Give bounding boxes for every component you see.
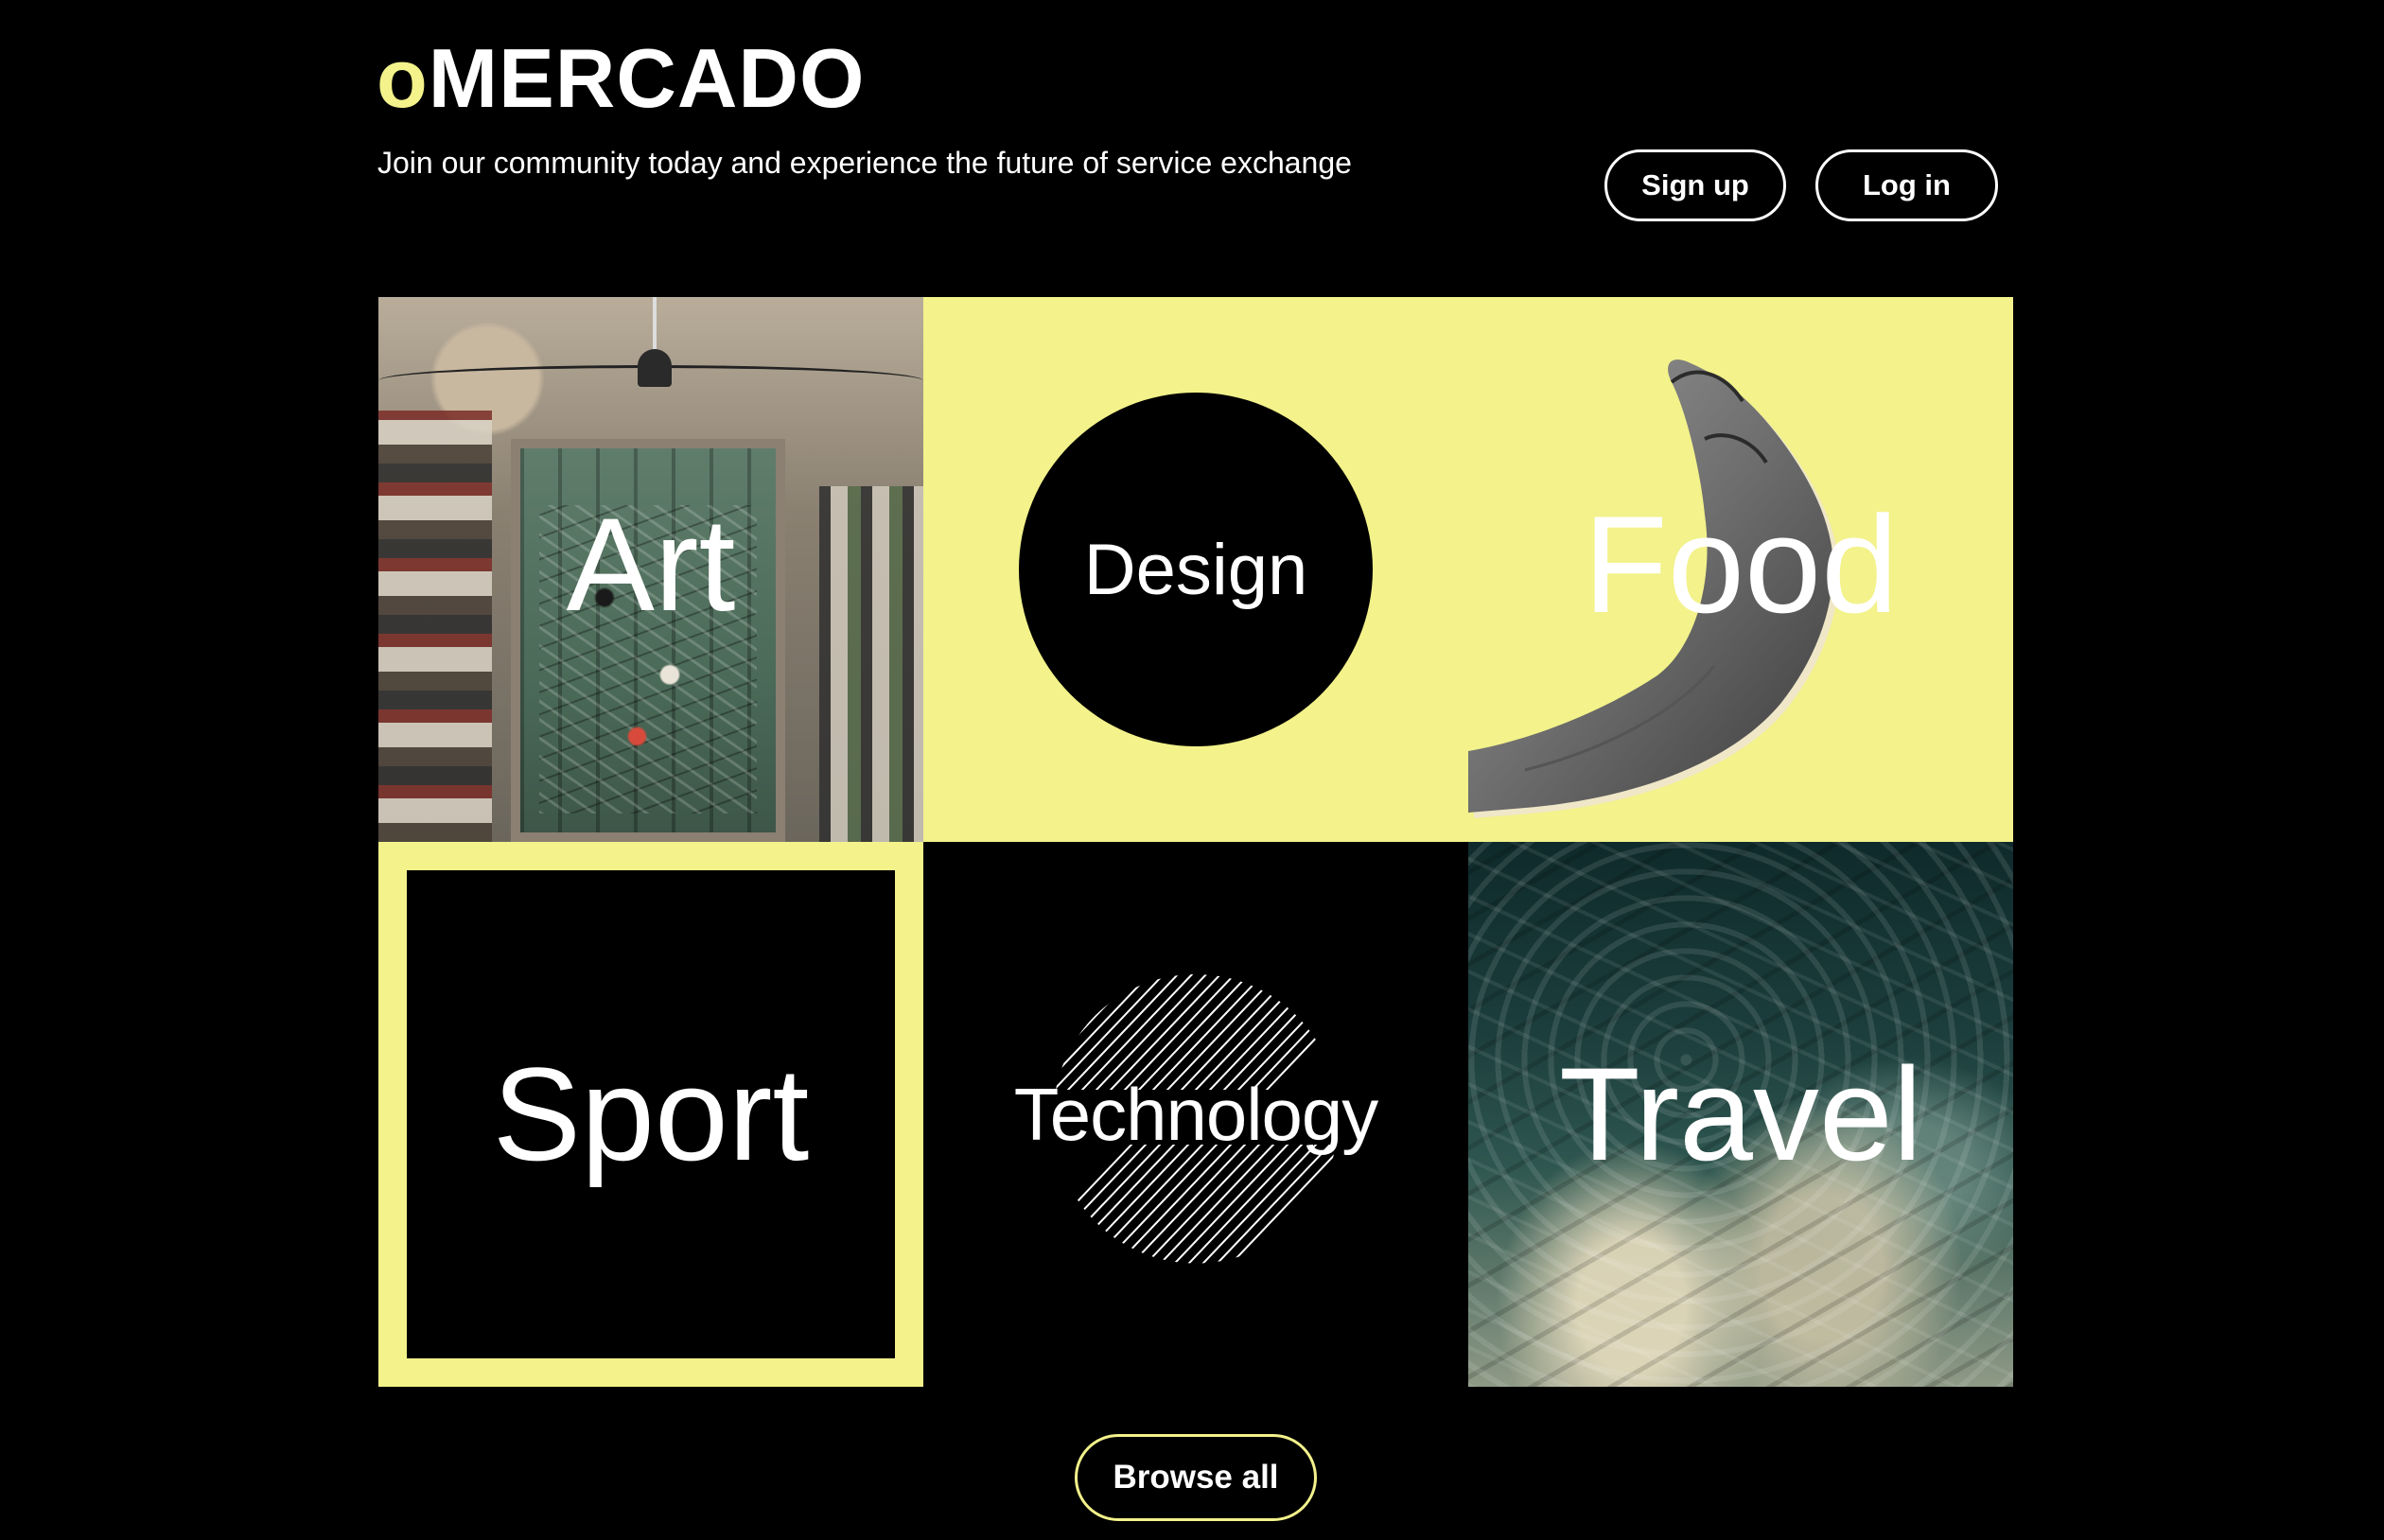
logo[interactable]: oMERCADO [377, 26, 865, 131]
category-label-technology: Technology [1013, 1072, 1379, 1156]
category-grid: Art Design Food Sport Technology Travel [378, 297, 2013, 1387]
category-tile-travel[interactable]: Travel [1468, 842, 2013, 1387]
lamp-icon [638, 349, 672, 387]
category-label-art: Art [566, 490, 736, 639]
browse-all-button[interactable]: Browse all [1075, 1434, 1317, 1521]
category-label-sport: Sport [492, 1040, 810, 1188]
category-tile-food[interactable]: Food [1468, 297, 2013, 842]
tagline: Join our community today and experience … [377, 146, 1352, 180]
category-tile-art[interactable]: Art [378, 297, 923, 842]
category-tile-technology[interactable]: Technology [923, 842, 1468, 1387]
category-label-food: Food [1583, 487, 1899, 641]
signup-button[interactable]: Sign up [1604, 149, 1786, 221]
login-button[interactable]: Log in [1815, 149, 1998, 221]
category-label-travel: Travel [1559, 1040, 1922, 1188]
art-background-wall-left [378, 411, 492, 842]
art-lamp-cord [653, 297, 657, 349]
category-label-design: Design [1083, 529, 1308, 610]
design-circle: Design [1019, 393, 1373, 746]
logo-main: MERCADO [428, 31, 866, 125]
category-tile-sport[interactable]: Sport [378, 842, 923, 1387]
logo-prefix: o [377, 31, 429, 125]
art-background-wall-right [819, 486, 923, 842]
page: oMERCADO Join our community today and ex… [0, 0, 2384, 1540]
category-tile-design[interactable]: Design [923, 297, 1468, 842]
